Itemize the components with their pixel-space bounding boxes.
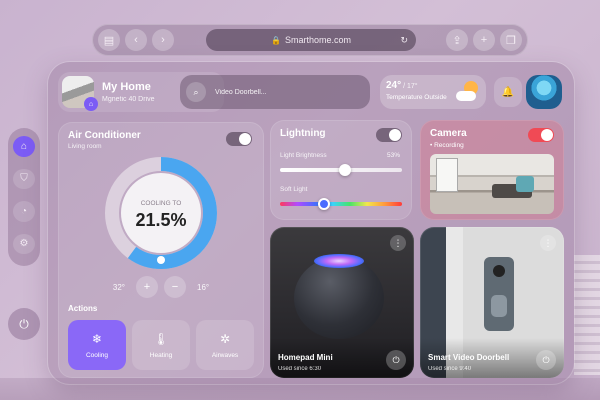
power-icon[interactable]: ⏻ [386, 350, 406, 370]
temp-right: 16° [197, 282, 210, 292]
airwaves-button[interactable]: ✲ Airwaves [196, 320, 254, 370]
camera-title: Camera [430, 128, 467, 139]
lock-icon: 🔒 [271, 35, 281, 45]
cooling-button[interactable]: ❄ Cooling [68, 320, 126, 370]
thermometer-icon: 🌡 [153, 331, 169, 346]
power-icon[interactable]: ⏻ [536, 350, 556, 370]
ac-room: Living room [68, 143, 102, 150]
address-bar[interactable]: 🔒 Smarthome.com ↻ [206, 29, 416, 51]
temperature-dial[interactable]: COOLING TO 21.5% [104, 156, 218, 270]
action-label: Heating [149, 351, 173, 359]
sidebar-icon[interactable]: ▤ [98, 29, 120, 51]
dial-label: COOLING TO [140, 200, 182, 207]
avatar[interactable] [526, 75, 562, 109]
search-icon: ⌕ [186, 82, 206, 102]
search-placeholder: Video Doorbell... [215, 88, 267, 96]
smarthome-window: ⌂ My Home Mgnetic 40 Drive ⌕ Video Doorb… [48, 62, 574, 384]
settings-icon[interactable]: ⚙ [13, 233, 35, 254]
air-conditioner-card: Air Conditioner Living room COOLING TO 2… [58, 122, 264, 378]
decrease-button[interactable]: − [164, 276, 186, 298]
url-text: Smarthome.com [284, 35, 351, 45]
dial-value: 21.5% [135, 210, 187, 230]
homepod-card[interactable]: ⋮ Homepad Mini Used since 6:30 ⏻ [270, 227, 414, 378]
brightness-slider-thumb[interactable] [338, 164, 351, 176]
doorbell-image [484, 257, 514, 331]
recording-status: • Recording [430, 142, 464, 149]
fan-icon: ✲ [219, 331, 231, 346]
browser-toolbar: ▤ ‹ › 🔒 Smarthome.com ↻ ⇪ + ❐ [92, 24, 528, 56]
camera-card: Camera • Recording [420, 120, 564, 220]
doorbell-card[interactable]: ⋮ Smart Video Doorbell Used since 9:40 ⏻ [420, 227, 564, 378]
device-name: Smart Video Doorbell [428, 353, 510, 362]
forward-icon[interactable]: › [152, 29, 174, 51]
soft-light-label: Soft Light [280, 186, 308, 193]
lighting-title: Lightning [280, 128, 326, 139]
camera-feed-image[interactable] [430, 154, 554, 214]
dial-handle[interactable] [157, 256, 165, 264]
side-dock: ⌂ ⛉ ◔ ⚙ [8, 128, 40, 266]
home-badge-icon: ⌂ [84, 97, 98, 111]
add-tab-icon[interactable]: + [473, 29, 495, 51]
home-icon[interactable]: ⌂ [13, 136, 35, 157]
temp-left: 32° [112, 282, 125, 292]
search-input[interactable]: ⌕ Video Doorbell... [180, 75, 370, 109]
device-name: Homepad Mini [278, 353, 333, 362]
brightness-label: Light Brightness [280, 152, 327, 159]
increase-button[interactable]: + [136, 276, 158, 298]
action-label: Airwaves [211, 351, 239, 359]
tabs-icon[interactable]: ❐ [500, 29, 522, 51]
back-icon[interactable]: ‹ [125, 29, 147, 51]
more-icon[interactable]: ⋮ [540, 235, 556, 251]
lighting-toggle[interactable] [376, 128, 402, 142]
homepod-image [294, 257, 384, 339]
homepod-light [314, 254, 364, 268]
more-icon[interactable]: ⋮ [390, 235, 406, 251]
temperature-low: / 17° [401, 83, 418, 90]
home-address: Mgnetic 40 Drive [102, 96, 155, 103]
heating-button[interactable]: 🌡 Heating [132, 320, 190, 370]
bell-icon[interactable]: 🔔 [494, 77, 522, 107]
background-shelf [574, 255, 600, 375]
device-usage: Used since 9:40 [428, 366, 472, 372]
temperature-high: 24° [386, 80, 402, 91]
partly-cloudy-icon [456, 81, 480, 101]
reload-icon[interactable]: ↻ [400, 35, 408, 46]
camera-toggle[interactable] [528, 128, 554, 142]
power-icon[interactable]: ⏻ [8, 308, 40, 340]
snowflake-icon: ❄ [91, 331, 103, 346]
home-thumbnail: ⌂ [62, 76, 98, 111]
home-title: My Home [102, 81, 151, 93]
weather-widget: 24° / 17° Temperature Outside [380, 75, 486, 109]
color-slider[interactable] [280, 202, 402, 206]
actions-label: Actions [68, 304, 98, 313]
temperature-controls: 32° + − 16° [58, 276, 264, 298]
ac-title: Air Conditioner [68, 130, 141, 141]
device-usage: Used since 6:30 [278, 366, 322, 372]
color-slider-thumb[interactable] [317, 198, 330, 210]
shield-icon[interactable]: ⛉ [13, 168, 35, 189]
share-icon[interactable]: ⇪ [446, 29, 468, 51]
action-label: Cooling [85, 351, 109, 359]
chart-icon[interactable]: ◔ [13, 201, 35, 222]
brightness-value: 53% [386, 152, 400, 159]
lighting-card: Lightning Light Brightness 53% Soft Ligh… [270, 120, 412, 220]
ac-toggle[interactable] [226, 132, 252, 146]
